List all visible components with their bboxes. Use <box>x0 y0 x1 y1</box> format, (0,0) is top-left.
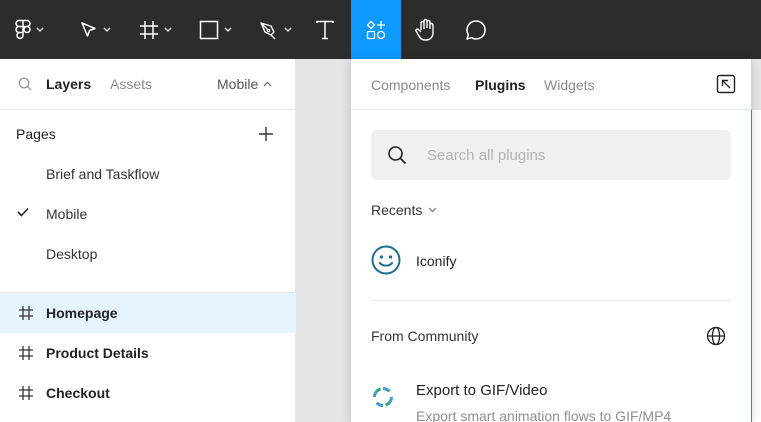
tab-layers[interactable]: Layers <box>46 76 91 92</box>
chevron-down-icon <box>36 27 43 32</box>
hand-tool-button[interactable] <box>406 0 446 59</box>
layer-label: Product Details <box>46 345 149 361</box>
text-tool-icon <box>316 20 334 39</box>
rectangle-tool-button[interactable] <box>190 0 240 59</box>
plugin-search-box[interactable] <box>371 130 731 180</box>
resources-icon <box>366 20 386 39</box>
search-icon <box>388 146 407 165</box>
resources-popover: Components Plugins Widgets Recents Iconi… <box>351 59 751 422</box>
tab-components[interactable]: Components <box>371 77 450 93</box>
plugin-search-input[interactable] <box>427 144 717 166</box>
canvas-frame-edge[interactable] <box>751 110 761 422</box>
tab-plugins[interactable]: Plugins <box>475 77 526 93</box>
community-heading: From Community <box>371 328 479 344</box>
gif-export-icon <box>373 387 393 407</box>
divider <box>371 300 731 301</box>
search-icon[interactable] <box>18 77 32 91</box>
globe-icon[interactable] <box>706 326 726 346</box>
left-panel: Layers Assets Mobile Pages Brief and Tas… <box>0 59 296 422</box>
plugin-name: Export to GIF/Video <box>416 382 548 399</box>
layer-frame-product-details[interactable]: Product Details <box>0 333 296 373</box>
main-menu-button[interactable] <box>0 0 58 59</box>
comment-tool-button[interactable] <box>456 0 496 59</box>
chevron-down-icon <box>224 27 231 32</box>
rectangle-tool-icon <box>199 20 218 39</box>
plugin-description: Export smart animation flows to GIF/MP4 <box>416 408 672 422</box>
tab-assets[interactable]: Assets <box>110 76 152 92</box>
page-item-mobile[interactable]: Mobile <box>0 194 296 234</box>
page-item-label: Desktop <box>46 246 98 262</box>
plugin-name: Iconify <box>416 253 457 269</box>
recents-dropdown[interactable]: Recents <box>371 202 437 218</box>
recents-label: Recents <box>371 202 423 218</box>
chevron-down-icon <box>428 207 437 213</box>
plugin-item-iconify[interactable]: Iconify <box>351 239 751 283</box>
page-item-label: Mobile <box>46 206 88 222</box>
frame-hash-icon <box>19 386 33 400</box>
resources-tool-button[interactable] <box>351 0 401 59</box>
chevron-up-icon <box>263 81 272 87</box>
layer-frame-checkout[interactable]: Checkout <box>0 373 296 413</box>
layer-label: Homepage <box>46 305 118 321</box>
smiley-icon <box>371 245 401 275</box>
plugin-item-export-gif-video[interactable]: Export to GIF/Video Export smart animati… <box>351 377 751 422</box>
page-item-label: Brief and Taskflow <box>46 166 160 182</box>
layer-label: Checkout <box>46 385 110 401</box>
page-item-desktop[interactable]: Desktop <box>0 234 296 274</box>
text-tool-button[interactable] <box>305 0 345 59</box>
divider <box>351 109 751 110</box>
comment-tool-icon <box>466 19 486 40</box>
chevron-down-icon <box>164 27 171 32</box>
frame-hash-icon <box>19 306 33 320</box>
open-in-window-icon[interactable] <box>716 74 736 94</box>
divider <box>0 109 296 110</box>
add-page-plus-icon[interactable] <box>256 124 276 144</box>
figma-menu-icon <box>14 19 31 39</box>
figma-window: Layers Assets Mobile Pages Brief and Tas… <box>0 0 761 422</box>
top-toolbar <box>0 0 761 59</box>
frame-hash-icon <box>19 346 33 360</box>
layers-assets-tabs: Layers Assets Mobile <box>0 59 296 109</box>
frame-tool-icon <box>139 20 158 39</box>
chevron-down-icon <box>103 27 110 32</box>
pages-heading: Pages <box>16 126 56 142</box>
layer-frame-homepage[interactable]: Homepage <box>0 293 296 333</box>
pen-tool-button[interactable] <box>250 0 300 59</box>
move-tool-icon <box>80 21 96 37</box>
pen-tool-icon <box>259 21 275 39</box>
hand-tool-icon <box>415 18 434 41</box>
chevron-down-icon <box>284 27 291 32</box>
page-dropdown[interactable]: Mobile <box>217 76 272 92</box>
page-item-brief-and-taskflow[interactable]: Brief and Taskflow <box>0 154 296 194</box>
tab-widgets[interactable]: Widgets <box>544 77 595 93</box>
page-dropdown-label: Mobile <box>217 76 259 92</box>
move-tool-button[interactable] <box>70 0 120 59</box>
frame-tool-button[interactable] <box>130 0 180 59</box>
checkmark-icon <box>17 207 29 217</box>
